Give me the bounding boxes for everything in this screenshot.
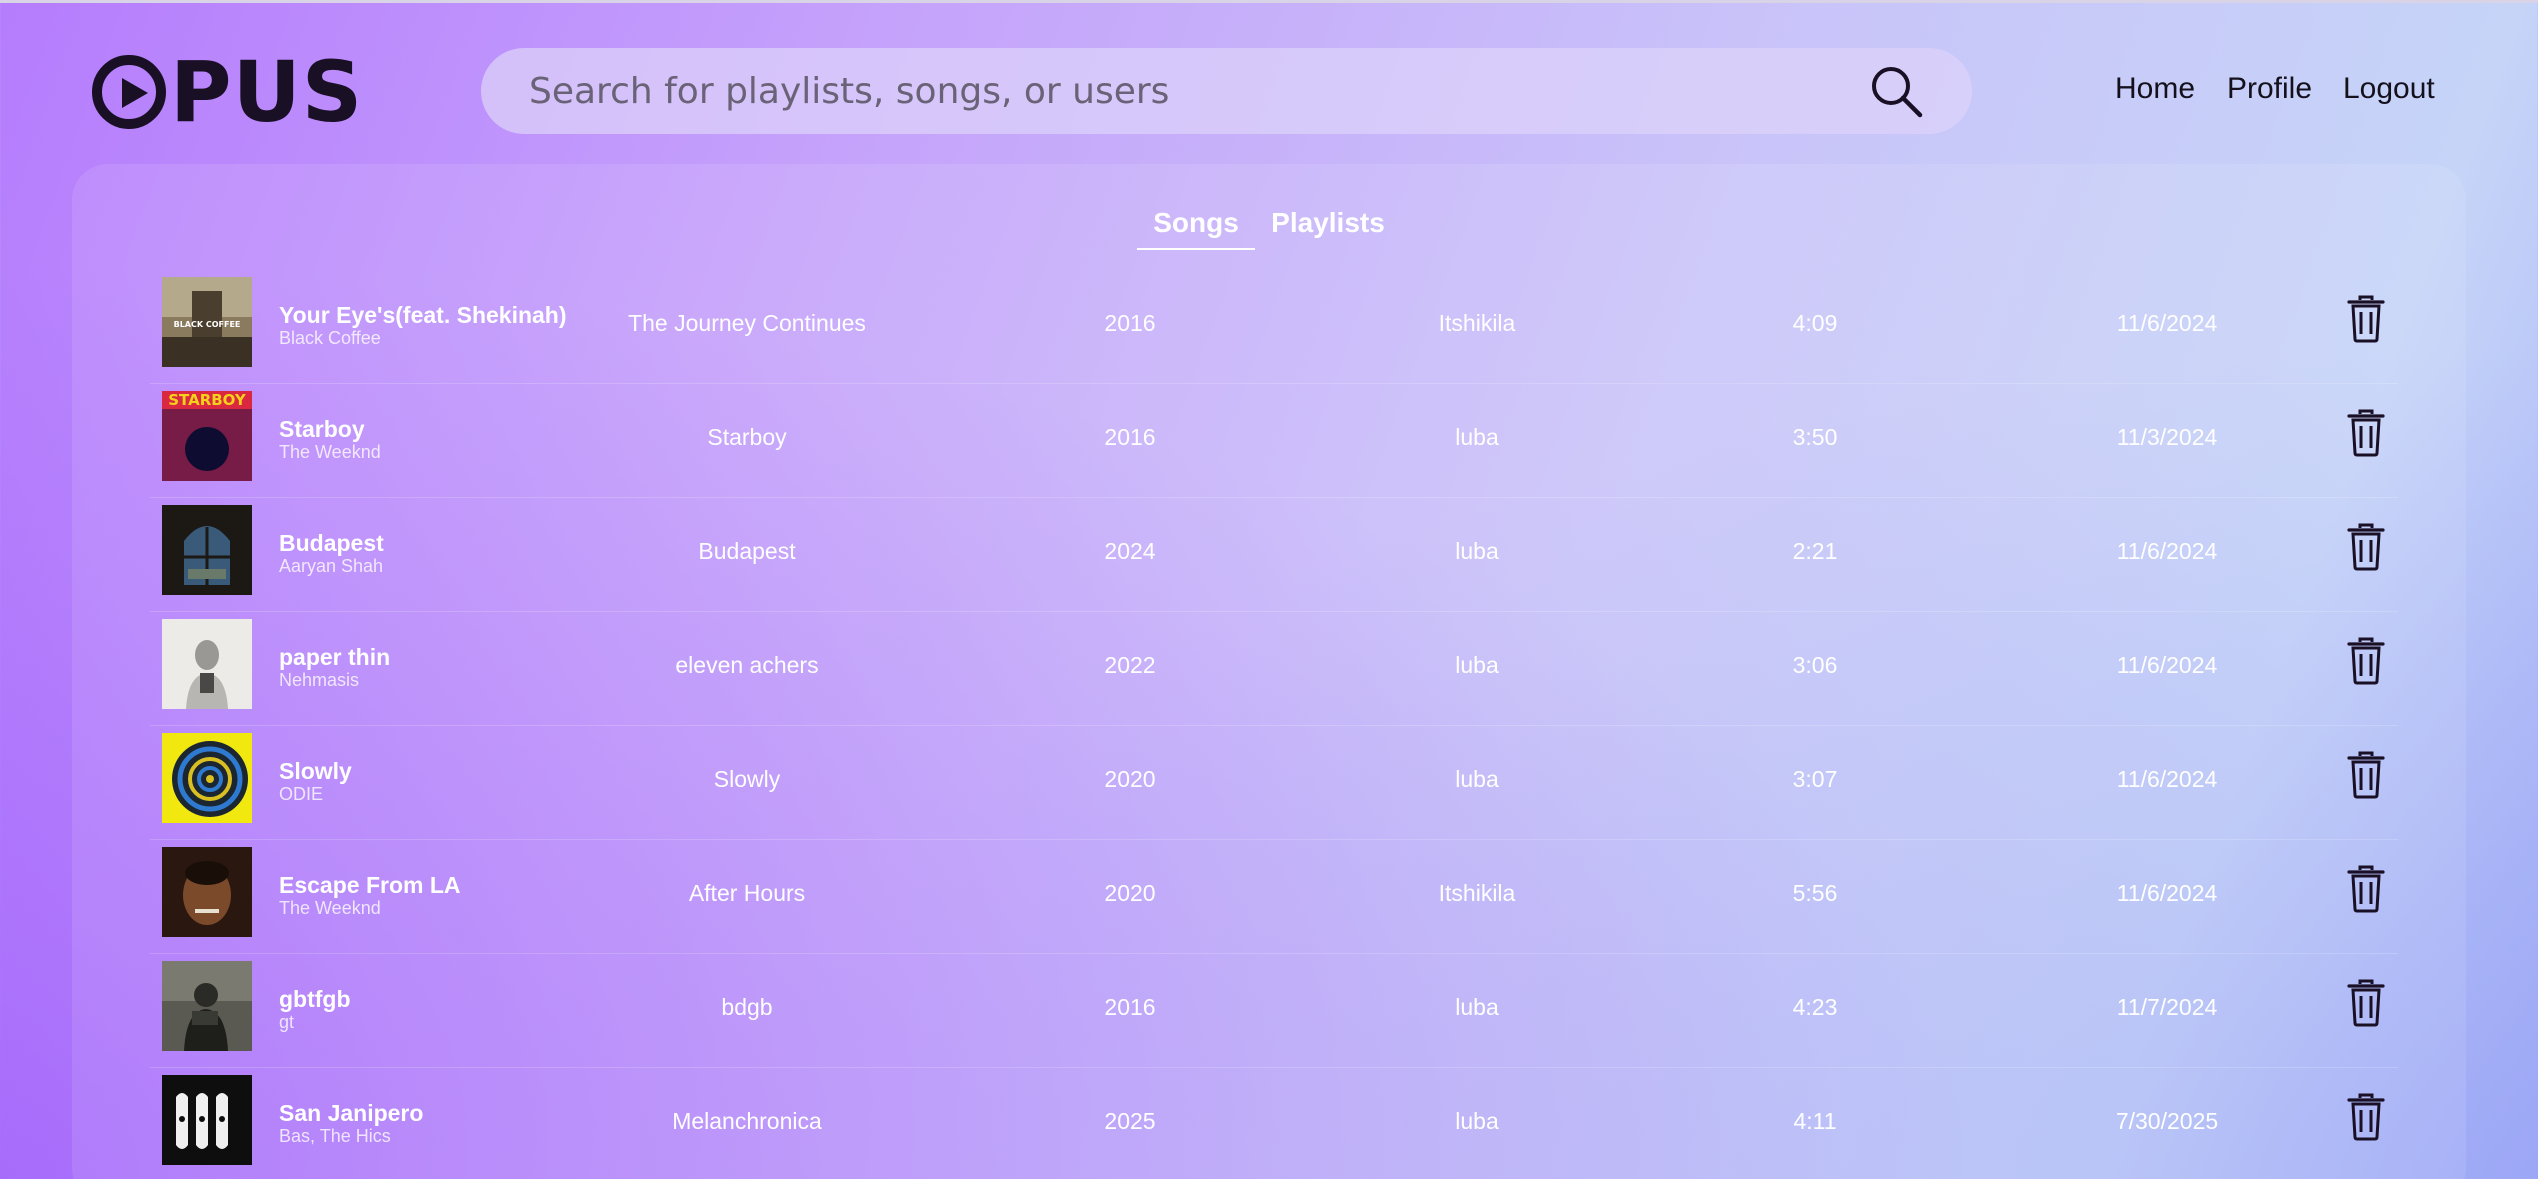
song-date-added: 11/7/2024 [2116,994,2218,1020]
album-cover: BLACK COFFEE [162,277,252,367]
song-added-by: luba [1455,424,1499,450]
opus-logo[interactable]: PUS [92,43,364,141]
song-year: 2025 [1104,1108,1156,1134]
song-date-added: 11/3/2024 [2116,424,2218,450]
song-year: 2016 [1104,310,1156,336]
song-list: BLACK COFFEE Your Eye's(feat. Shekinah) … [150,270,2398,1179]
song-artist[interactable]: ODIE [279,784,352,804]
active-tab-indicator [1137,248,1255,250]
album-cover [162,847,252,937]
trash-icon[interactable] [2346,408,2386,458]
album-cover [162,1075,252,1165]
song-album: Starboy [707,424,787,450]
song-title[interactable]: Escape From LA [279,872,461,898]
song-row[interactable]: STARBOY Starboy The Weeknd Starboy 2016 … [150,384,2398,498]
song-title[interactable]: Starboy [279,416,381,442]
album-cover: STARBOY [162,391,252,481]
song-row[interactable]: Slowly ODIE Slowly 2020 luba 3:07 11/6/2… [150,726,2398,840]
song-duration: 4:23 [1792,994,1838,1020]
tab-songs[interactable]: Songs [1137,207,1255,239]
song-row[interactable]: BLACK COFFEE Your Eye's(feat. Shekinah) … [150,270,2398,384]
song-artist[interactable]: gt [279,1012,351,1032]
song-artist[interactable]: The Weeknd [279,442,381,462]
song-duration: 2:21 [1792,538,1838,564]
song-year: 2020 [1104,766,1156,792]
nav-profile-link[interactable]: Profile [2227,72,2312,106]
tab-bar: Songs Playlists [0,207,2538,252]
nav-logout-link[interactable]: Logout [2343,72,2435,106]
song-title[interactable]: Your Eye's(feat. Shekinah) [279,302,567,328]
song-duration: 4:11 [1793,1108,1837,1134]
trash-icon[interactable] [2346,522,2386,572]
song-artist[interactable]: The Weeknd [279,898,461,918]
play-circle-icon [92,55,166,129]
song-date-added: 11/6/2024 [2116,310,2218,336]
song-album: After Hours [688,880,806,906]
top-border [0,0,2538,3]
song-date-added: 11/6/2024 [2116,538,2218,564]
song-added-by: luba [1455,1108,1499,1134]
album-cover [162,619,252,709]
song-album: Slowly [713,766,781,792]
song-added-by: luba [1455,652,1499,678]
search-bar[interactable] [481,48,1972,134]
song-title[interactable]: San Janipero [279,1100,423,1126]
album-cover [162,961,252,1051]
song-album: eleven achers [675,652,819,678]
song-year: 2016 [1104,424,1156,450]
trash-icon[interactable] [2346,864,2386,914]
song-title[interactable]: paper thin [279,644,390,670]
song-artist[interactable]: Nehmasis [279,670,390,690]
search-icon[interactable] [1867,62,1927,122]
song-album: bdgb [721,994,773,1020]
song-title[interactable]: Slowly [279,758,352,784]
song-duration: 3:50 [1792,424,1838,450]
song-duration: 3:07 [1792,766,1838,792]
song-row[interactable]: San Janipero Bas, The Hics Melanchronica… [150,1068,2398,1179]
song-artist[interactable]: Aaryan Shah [279,556,384,576]
song-album: Budapest [698,538,796,564]
song-added-by: luba [1455,538,1499,564]
song-added-by: Itshikila [1438,880,1516,906]
song-row[interactable]: paper thin Nehmasis eleven achers 2022 l… [150,612,2398,726]
song-date-added: 7/30/2025 [2115,1108,2219,1134]
tab-playlists[interactable]: Playlists [1263,207,1393,239]
song-date-added: 11/6/2024 [2116,766,2218,792]
cover-text: BLACK COFFEE [174,320,241,329]
nav-home-link[interactable]: Home [2115,72,2195,106]
song-row[interactable]: Budapest Aaryan Shah Budapest 2024 luba … [150,498,2398,612]
song-row[interactable]: gbtfgb gt bdgb 2016 luba 4:23 11/7/2024 [150,954,2398,1068]
trash-icon[interactable] [2346,636,2386,686]
song-year: 2024 [1104,538,1156,564]
song-artist[interactable]: Black Coffee [279,328,567,348]
search-input[interactable] [529,70,1829,112]
song-date-added: 11/6/2024 [2116,652,2218,678]
song-added-by: Itshikila [1438,310,1516,336]
cover-text: STARBOY [168,391,247,409]
song-album: Melanchronica [672,1108,822,1134]
song-duration: 3:06 [1792,652,1838,678]
song-album: The Journey Continues [628,310,866,336]
trash-icon[interactable] [2346,978,2386,1028]
logo-text: PUS [170,43,364,141]
song-duration: 5:56 [1792,880,1838,906]
song-year: 2016 [1104,994,1156,1020]
song-added-by: luba [1455,766,1499,792]
song-date-added: 11/6/2024 [2116,880,2218,906]
album-cover [162,505,252,595]
song-year: 2020 [1104,880,1156,906]
song-title[interactable]: gbtfgb [279,986,351,1012]
song-duration: 4:09 [1792,310,1838,336]
song-added-by: luba [1455,994,1499,1020]
album-cover [162,733,252,823]
trash-icon[interactable] [2346,294,2386,344]
trash-icon[interactable] [2346,1092,2386,1142]
trash-icon[interactable] [2346,750,2386,800]
song-year: 2022 [1104,652,1156,678]
song-title[interactable]: Budapest [279,530,384,556]
song-row[interactable]: Escape From LA The Weeknd After Hours 20… [150,840,2398,954]
song-artist[interactable]: Bas, The Hics [279,1126,423,1146]
